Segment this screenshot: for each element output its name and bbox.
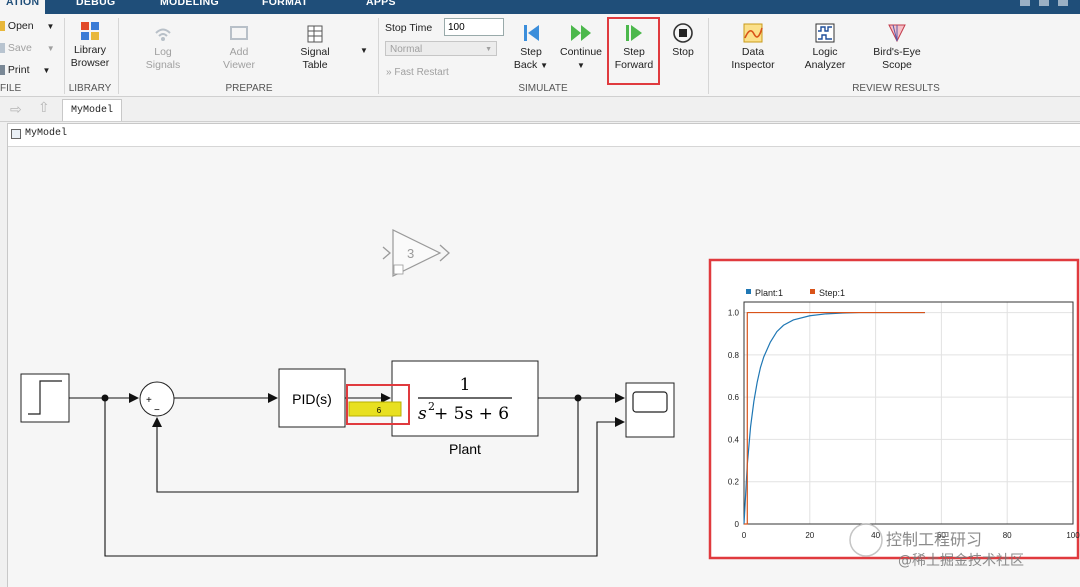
watermark-credit: @稀土掘金技术社区 bbox=[898, 553, 1024, 569]
x-tick-label: 40 bbox=[871, 531, 880, 540]
pid-label: PID(s) bbox=[292, 391, 332, 407]
block-diagram: 3 + − PID(s) 1 s 2 + 5s + 6 Plant 6 0 20… bbox=[20, 229, 1080, 569]
y-tick-label: 0.8 bbox=[728, 351, 740, 360]
port-value-label[interactable]: 6 bbox=[348, 401, 402, 417]
plant-numerator: 1 bbox=[460, 375, 471, 395]
y-tick-label: 0.6 bbox=[728, 393, 740, 402]
sum-block[interactable]: + − bbox=[139, 381, 175, 417]
branch-point bbox=[101, 394, 109, 402]
sum-plus-sign: + bbox=[146, 395, 152, 406]
scope-chart: 0 20 40 60 80 10000.20.40.60.81.0Plant:1 Step:… bbox=[728, 288, 1080, 540]
legend-swatch bbox=[746, 289, 751, 294]
x-tick-label: 100 bbox=[1066, 531, 1080, 540]
watermark-title: 控制工程研习 bbox=[886, 530, 982, 549]
pid-block[interactable]: PID(s) bbox=[278, 368, 346, 428]
gain-block[interactable]: 3 bbox=[382, 229, 450, 277]
sum-minus-sign: − bbox=[154, 405, 160, 416]
y-tick-label: 0 bbox=[735, 520, 740, 529]
x-tick-label: 80 bbox=[1003, 531, 1012, 540]
x-tick-label: 20 bbox=[805, 531, 814, 540]
branch-point bbox=[574, 394, 582, 402]
plant-den-s: s bbox=[418, 404, 427, 424]
legend-label: Step:1 bbox=[819, 288, 845, 298]
legend-label: Plant:1 bbox=[755, 288, 783, 298]
y-tick-label: 0.4 bbox=[728, 435, 740, 444]
legend-swatch bbox=[810, 289, 815, 294]
x-tick-label: 0 bbox=[742, 531, 747, 540]
plant-den-rest: + 5s + 6 bbox=[434, 404, 509, 424]
plant-block[interactable]: 1 s 2 + 5s + 6 Plant bbox=[391, 360, 539, 457]
plant-name: Plant bbox=[449, 441, 481, 457]
y-tick-label: 0.2 bbox=[728, 478, 740, 487]
step-block[interactable] bbox=[20, 373, 70, 423]
scope-block[interactable] bbox=[625, 382, 675, 438]
gain-value: 3 bbox=[407, 246, 414, 261]
y-tick-label: 1.0 bbox=[728, 309, 740, 318]
plot-area bbox=[743, 301, 1074, 525]
port-value-text: 6 bbox=[377, 406, 382, 415]
